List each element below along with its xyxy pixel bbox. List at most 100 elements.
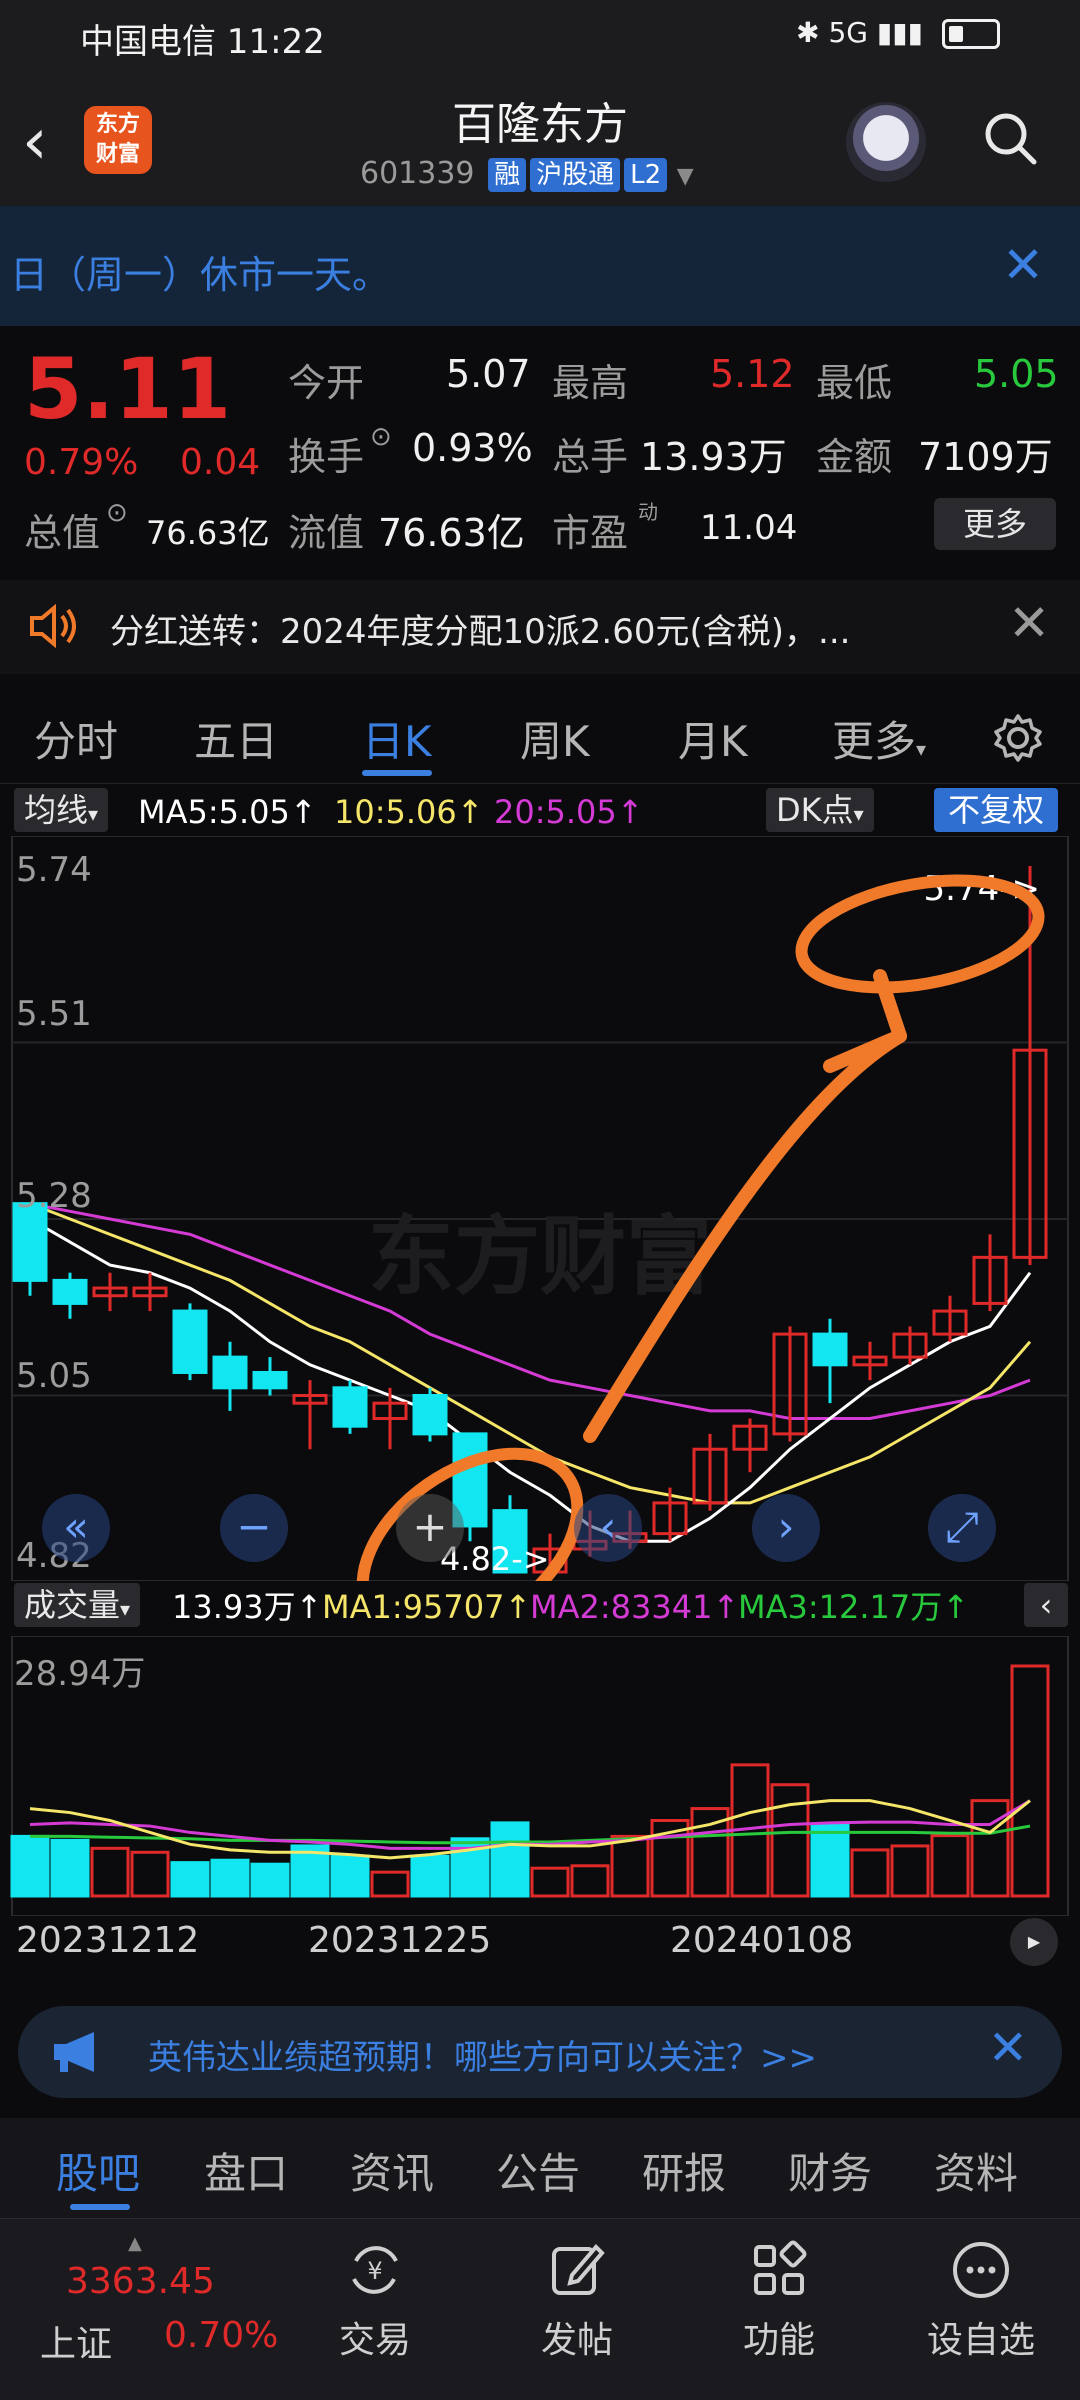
volume-bar (210, 1858, 250, 1898)
chart-period-tabs: 分时 五日 日K 周K 月K 更多▾ (0, 684, 1080, 784)
scroll-left-button[interactable]: ‹ (574, 1494, 642, 1562)
vol-ma1-value: MA1:95707↑ (322, 1588, 532, 1626)
zoom-in-button[interactable]: + (396, 1494, 464, 1562)
y-tick-label: 5.51 (16, 994, 92, 1034)
quote-panel: 5.11 0.79% 0.04 今开 5.07 最高 5.12 最低 5.05 … (0, 326, 1080, 576)
volume-frame (11, 1636, 1069, 1916)
expand-up-icon[interactable]: ▲ (128, 2233, 142, 2254)
zoom-out-button[interactable]: − (220, 1494, 288, 1562)
scroll-left-fast-button[interactable]: « (42, 1494, 110, 1562)
dk-point-button[interactable]: DK点▾ (766, 788, 874, 832)
index-name: 上证 (40, 2324, 113, 2365)
volume-bar (850, 1848, 890, 1898)
candlestick (372, 1387, 408, 1450)
candlestick (932, 1295, 968, 1342)
grid-icon (754, 2240, 807, 2295)
tab-more[interactable]: 更多▾ (832, 708, 926, 769)
watermark-text: 东方财富 (368, 1207, 712, 1307)
turnover-label: 换手 (288, 435, 365, 479)
candle-body (812, 1332, 848, 1367)
chevron-down-icon: ▾ (120, 1597, 131, 1621)
dividend-banner[interactable]: 分红送转：2024年度分配10派2.60元(含税)，... ✕ (0, 580, 1080, 674)
indicator-select[interactable]: 均线▾ (14, 788, 109, 832)
trade-button[interactable]: ¥ 交易 (310, 2239, 440, 2363)
chevron-down-icon: ▾ (916, 737, 927, 761)
tab-weekly-k[interactable]: 周K (520, 708, 590, 769)
tag-connect: 沪股通 (530, 158, 621, 192)
x-date-label: 20240108 (670, 1920, 854, 1961)
candlestick (972, 1234, 1008, 1312)
close-icon[interactable]: ✕ (1008, 594, 1050, 652)
close-icon[interactable]: ✕ (1002, 236, 1044, 294)
functions-button[interactable]: 功能 (714, 2239, 844, 2363)
collapse-panel-icon[interactable]: ‹ (1024, 1583, 1068, 1627)
volume-chart[interactable] (0, 1636, 1080, 1916)
search-icon[interactable] (982, 110, 1038, 166)
open-value: 5.07 (446, 352, 531, 396)
content-tabs: 股吧 盘口 资讯 公告 研报 财务 资料 (0, 2118, 1080, 2218)
more-quote-button[interactable]: 更多 (934, 498, 1056, 550)
volume-bar (130, 1850, 170, 1898)
close-icon[interactable]: ✕ (988, 2020, 1028, 2076)
add-watchlist-button[interactable]: 设自选 (916, 2239, 1046, 2363)
kline-chart-area: 均线▾ MA5:5.05↑ 10:5.06↑ 20:5.05↑ DK点▾ 不复权… (0, 784, 1080, 1984)
candle-body (332, 1386, 368, 1428)
annotation-circle-high (795, 874, 1045, 994)
candlestick (732, 1418, 768, 1473)
stock-code-line[interactable]: 601339 融沪股通 L2 ▼ (360, 156, 694, 192)
tab-news[interactable]: 资讯 (350, 2140, 434, 2201)
low-value: 5.05 (974, 352, 1059, 396)
scroll-right-button[interactable]: › (752, 1494, 820, 1562)
adjust-mode-button[interactable]: 不复权 (934, 788, 1059, 832)
mktcap-label: 总值 (24, 511, 101, 555)
y-tick-label: 5.28 (16, 1176, 92, 1216)
fullscreen-button[interactable]: ⤢ (928, 1494, 996, 1562)
pe-value: 11.04 (700, 508, 798, 548)
volume-bar (50, 1838, 90, 1898)
ma5-value: MA5:5.05↑ (138, 793, 317, 831)
candlestick (12, 1202, 48, 1296)
play-icon[interactable]: ▶ (1010, 1918, 1058, 1966)
tab-research[interactable]: 研报 (642, 2140, 726, 2201)
volume-bar (370, 1870, 410, 1898)
volume-indicator-select[interactable]: 成交量▾ (14, 1583, 141, 1627)
candlestick (92, 1272, 128, 1312)
volume-bar (610, 1834, 650, 1898)
candle-body (52, 1278, 88, 1305)
index-value[interactable]: 3363.45 (66, 2261, 215, 2302)
volume-bar (770, 1783, 810, 1898)
tab-financials[interactable]: 财务 (788, 2140, 872, 2201)
gear-icon[interactable] (990, 710, 1046, 766)
volume-bar (250, 1862, 290, 1898)
tab-profile[interactable]: 资料 (934, 2140, 1018, 2201)
bottom-dock: ▲ 3363.45 上证 0.70% ¥ 交易 发帖 功能 设自选 (0, 2218, 1080, 2400)
volume-bar (1010, 1664, 1050, 1898)
pe-label: 市盈 (552, 511, 629, 555)
tab-monthly-k[interactable]: 月K (678, 708, 748, 769)
tab-five-day[interactable]: 五日 (194, 708, 278, 769)
tab-forum[interactable]: 股吧 (56, 2140, 140, 2201)
tab-announcements[interactable]: 公告 (496, 2140, 580, 2201)
post-button[interactable]: 发帖 (512, 2239, 642, 2363)
candlestick (412, 1387, 448, 1442)
active-tab-indicator (70, 2204, 130, 2210)
volume-bar (490, 1821, 530, 1898)
open-label: 今开 (288, 361, 365, 405)
info-icon[interactable]: ⊙ (370, 422, 392, 452)
tab-intraday[interactable]: 分时 (34, 708, 118, 769)
tab-daily-k[interactable]: 日K (362, 708, 432, 769)
candle-body (412, 1394, 448, 1436)
float-label: 流值 (288, 511, 365, 555)
info-icon[interactable]: ⊙ (106, 498, 128, 528)
volume-legend-bar: 成交量▾ 13.93万↑ MA1:95707↑ MA2:83341↑ MA3:1… (0, 1579, 1080, 1631)
ma20-value: 20:5.05↑ (494, 793, 644, 831)
pe-type: 动 (638, 500, 658, 524)
tab-orderbook[interactable]: 盘口 (204, 2140, 288, 2201)
robot-assistant-icon[interactable] (846, 102, 926, 182)
y-tick-label: 5.05 (16, 1356, 92, 1396)
price-chart[interactable]: 东方财富5.74->4.82-> (0, 836, 1080, 1581)
notice-text: 日（周一）休市一天。 (10, 253, 391, 297)
promo-banner[interactable]: 英伟达业绩超预期！哪些方向可以关注？>> ✕ (18, 2006, 1062, 2098)
candlestick (692, 1433, 728, 1511)
trade-icon: ¥ (352, 2246, 398, 2294)
